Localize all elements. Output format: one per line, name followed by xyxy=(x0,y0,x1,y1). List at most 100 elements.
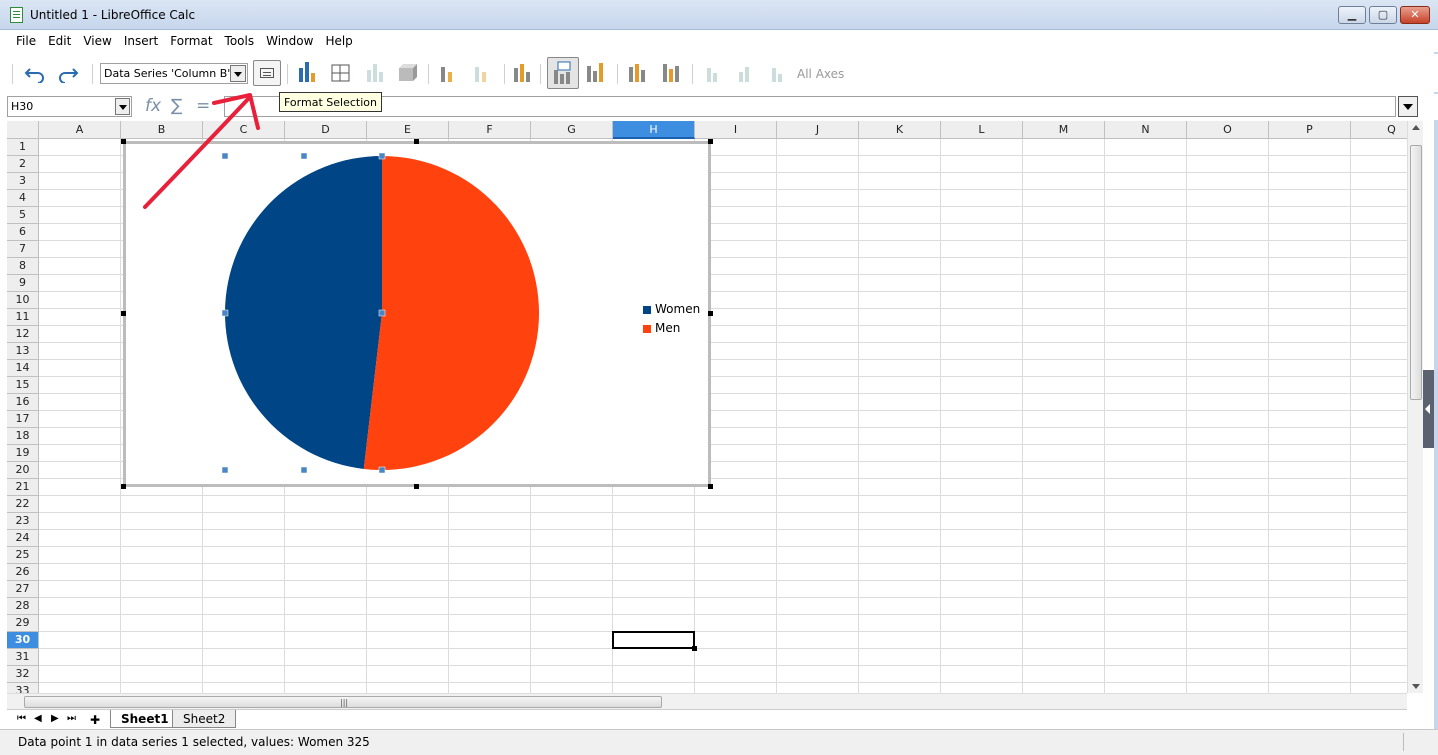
data-series-icon[interactable] xyxy=(472,62,494,84)
selection-handle[interactable] xyxy=(221,152,229,160)
row-header-28[interactable]: 28 xyxy=(7,598,39,615)
column-header-b[interactable]: B xyxy=(121,121,203,139)
row-header-9[interactable]: 9 xyxy=(7,275,39,292)
row-header-3[interactable]: 3 xyxy=(7,173,39,190)
name-box[interactable]: H30 xyxy=(7,96,132,117)
resize-handle[interactable] xyxy=(414,484,419,489)
format-selection-button[interactable] xyxy=(253,60,281,86)
redo-icon[interactable] xyxy=(56,62,80,86)
resize-handle[interactable] xyxy=(121,311,126,316)
row-header-29[interactable]: 29 xyxy=(7,615,39,632)
chart-data-range-icon[interactable] xyxy=(438,62,460,84)
column-header-h[interactable]: H xyxy=(613,121,695,139)
tab-sheet2[interactable]: Sheet2 xyxy=(172,710,237,728)
selection-handle[interactable] xyxy=(300,152,308,160)
selection-handle[interactable] xyxy=(221,309,229,317)
embedded-chart[interactable]: Women Men xyxy=(123,141,711,487)
row-header-17[interactable]: 17 xyxy=(7,411,39,428)
next-sheet-icon[interactable]: ▶ xyxy=(51,713,59,724)
resize-handle[interactable] xyxy=(414,139,419,144)
chevron-down-icon[interactable] xyxy=(115,98,130,115)
chevron-down-icon[interactable] xyxy=(230,65,246,82)
row-header-14[interactable]: 14 xyxy=(7,360,39,377)
column-header-i[interactable]: I xyxy=(695,121,777,139)
row-header-12[interactable]: 12 xyxy=(7,326,39,343)
menu-format[interactable]: Format xyxy=(164,30,218,52)
axes-z-icon[interactable] xyxy=(767,62,789,84)
selection-handle[interactable] xyxy=(378,309,386,317)
resize-handle[interactable] xyxy=(121,139,126,144)
axes-y-icon[interactable] xyxy=(734,62,756,84)
tab-sheet1[interactable]: Sheet1 xyxy=(110,710,180,728)
chart-type-icon[interactable] xyxy=(297,62,319,84)
selection-handle[interactable] xyxy=(300,466,308,474)
legend-on-off-button[interactable] xyxy=(547,57,579,89)
axes-x-icon[interactable] xyxy=(702,62,724,84)
column-header-c[interactable]: C xyxy=(203,121,285,139)
all-axes-button[interactable]: All Axes xyxy=(797,67,844,81)
column-header-a[interactable]: A xyxy=(39,121,121,139)
row-header-7[interactable]: 7 xyxy=(7,241,39,258)
column-header-p[interactable]: P xyxy=(1269,121,1351,139)
row-header-33[interactable]: 33 xyxy=(7,683,39,693)
resize-handle[interactable] xyxy=(708,139,713,144)
row-header-31[interactable]: 31 xyxy=(7,649,39,666)
menu-tools[interactable]: Tools xyxy=(219,30,261,52)
legend-icon[interactable] xyxy=(585,62,607,84)
column-header-q[interactable]: Q xyxy=(1351,121,1407,139)
row-header-30[interactable]: 30 xyxy=(7,632,39,649)
first-sheet-icon[interactable]: ⏮ xyxy=(17,713,26,724)
add-sheet-icon[interactable]: ✚ xyxy=(90,713,100,727)
resize-handle[interactable] xyxy=(708,484,713,489)
row-header-20[interactable]: 20 xyxy=(7,462,39,479)
menu-help[interactable]: Help xyxy=(319,30,358,52)
undo-icon[interactable] xyxy=(23,62,47,86)
column-header-d[interactable]: D xyxy=(285,121,367,139)
menu-window[interactable]: Window xyxy=(260,30,319,52)
row-header-6[interactable]: 6 xyxy=(7,224,39,241)
selection-handle[interactable] xyxy=(221,466,229,474)
legend-entry-women[interactable]: Women xyxy=(643,300,700,319)
column-header-g[interactable]: G xyxy=(531,121,613,139)
row-header-32[interactable]: 32 xyxy=(7,666,39,683)
legend-entry-men[interactable]: Men xyxy=(643,319,700,338)
selection-handle[interactable] xyxy=(378,466,386,474)
resize-handle[interactable] xyxy=(121,484,126,489)
row-header-13[interactable]: 13 xyxy=(7,343,39,360)
scroll-up-icon[interactable] xyxy=(1412,125,1420,130)
row-header-21[interactable]: 21 xyxy=(7,479,39,496)
row-header-10[interactable]: 10 xyxy=(7,292,39,309)
formula-input[interactable] xyxy=(224,96,1396,117)
column-header-k[interactable]: K xyxy=(859,121,941,139)
column-header-l[interactable]: L xyxy=(941,121,1023,139)
row-header-15[interactable]: 15 xyxy=(7,377,39,394)
menu-insert[interactable]: Insert xyxy=(118,30,164,52)
function-wizard-icon[interactable]: fx xyxy=(145,96,161,116)
column-header-e[interactable]: E xyxy=(367,121,449,139)
row-header-18[interactable]: 18 xyxy=(7,428,39,445)
row-header-8[interactable]: 8 xyxy=(7,258,39,275)
menu-view[interactable]: View xyxy=(77,30,117,52)
column-header-f[interactable]: F xyxy=(449,121,531,139)
pie-slice-women[interactable] xyxy=(225,156,382,469)
row-header-2[interactable]: 2 xyxy=(7,156,39,173)
row-header-11[interactable]: 11 xyxy=(7,309,39,326)
column-header-m[interactable]: M xyxy=(1023,121,1105,139)
scroll-down-icon[interactable] xyxy=(1412,684,1420,689)
horizontal-grids-icon[interactable] xyxy=(626,62,648,84)
row-header-24[interactable]: 24 xyxy=(7,530,39,547)
selection-handle[interactable] xyxy=(378,152,386,160)
vertical-scroll-thumb[interactable] xyxy=(1410,145,1422,400)
column-header-j[interactable]: J xyxy=(777,121,859,139)
formula-icon[interactable]: = xyxy=(196,96,210,116)
last-sheet-icon[interactable]: ⏭ xyxy=(67,713,76,724)
pie-chart[interactable] xyxy=(126,144,708,484)
row-header-16[interactable]: 16 xyxy=(7,394,39,411)
row-header-19[interactable]: 19 xyxy=(7,445,39,462)
maximize-button[interactable]: ▢ xyxy=(1369,6,1397,24)
vertical-scrollbar[interactable] xyxy=(1407,121,1423,693)
minimize-button[interactable]: ▁ xyxy=(1338,6,1366,24)
sum-icon[interactable]: ∑ xyxy=(171,96,182,116)
chart-element-select[interactable]: Data Series 'Column B' D xyxy=(100,63,248,84)
3d-view-icon[interactable] xyxy=(396,62,418,84)
